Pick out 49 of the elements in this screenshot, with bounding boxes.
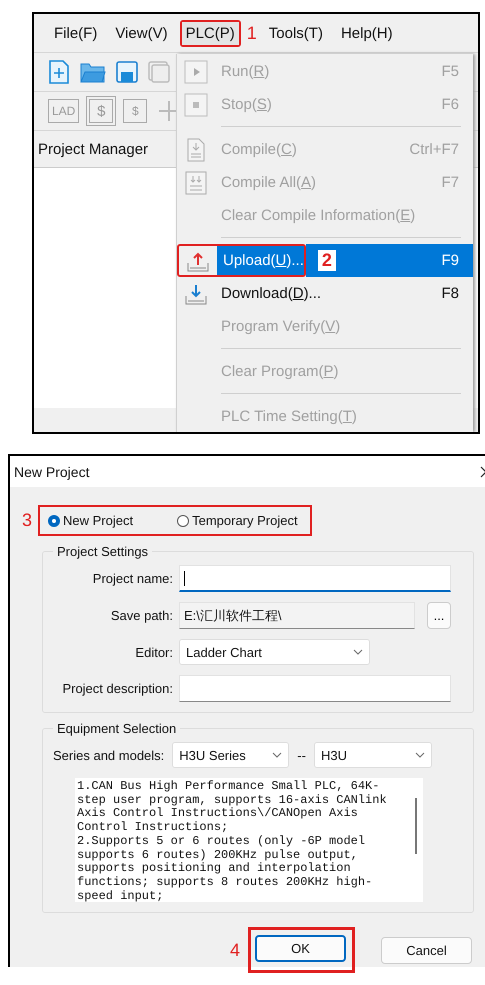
series-dropdown[interactable]: H3U Series [172,742,290,768]
menu-item[interactable]: PLC(P) [182,22,239,44]
menu-item[interactable]: View(V) [109,20,174,46]
shortcut-label: Ctrl+F7 [409,141,459,158]
menu-item[interactable]: File(F) [48,20,104,46]
browse-button[interactable]: ... [427,602,451,629]
shortcut-label: F6 [441,96,459,113]
folder-icon[interactable] [80,61,106,83]
stop-icon [184,92,208,116]
shortcut-label: F9 [441,252,459,269]
document-arrow-icon [186,138,206,162]
document-arrows-icon [185,170,207,194]
model-description: 1.CAN Bus High Performance Small PLC, 64K- step user program, supports 16-axis CANlink Axis Control Instructions\/CANOpen Axis Control Instructions; 2.Supports 5 or 6 routes (only -6P model supports 6 routes) 200KHz pulse output, supports positioning and interpolation functions; supports 8 routes 200KHz high- speed input; [76,778,388,902]
save-icon[interactable] [116,61,138,83]
field-label: Project description: [61,681,173,696]
step-number: 4 [230,940,240,960]
step-number: 1 [246,22,257,44]
group-title: Equipment Selection [56,721,178,736]
shortcut-label: F5 [441,63,459,80]
radio-button[interactable]: Temporary Project [177,513,298,528]
path-field[interactable]: E:\汇川软件工程\ [179,602,415,629]
model-dropdown[interactable]: H3U [314,742,432,768]
field-label: Editor: [134,644,173,660]
field-label: Project name: [92,571,173,586]
group-title: Project Settings [56,544,150,559]
editor-dropdown[interactable]: Ladder Chart [179,639,370,665]
new-file-icon[interactable] [48,60,70,84]
field-label: Save path: [110,608,173,623]
field-label: Series and models: [53,748,164,762]
scrollbar[interactable] [415,798,417,854]
chevron-down-icon [353,649,363,655]
ok-button[interactable]: OK [255,935,346,962]
dialog-title: New Project [14,464,90,480]
menu-item[interactable]: Help(H) [334,20,399,46]
shortcut-label: F8 [441,285,459,302]
step-number: 3 [22,510,32,531]
play-icon [184,60,208,84]
range-separator: -- [297,748,306,762]
input-field[interactable] [179,675,451,702]
cancel-button[interactable]: Cancel [381,936,472,964]
chevron-down-icon [272,752,282,758]
menu-item[interactable]: Tools(T) [262,20,329,46]
menu-item[interactable]: Upload(U)... [217,246,304,275]
radio-button[interactable]: New Project [48,513,134,528]
shortcut-label: F7 [441,174,459,191]
menu-item[interactable]: Download(D)... [215,277,322,310]
input-field[interactable] [179,565,451,592]
chevron-down-icon [414,752,425,758]
step-number: 2 [318,250,336,271]
